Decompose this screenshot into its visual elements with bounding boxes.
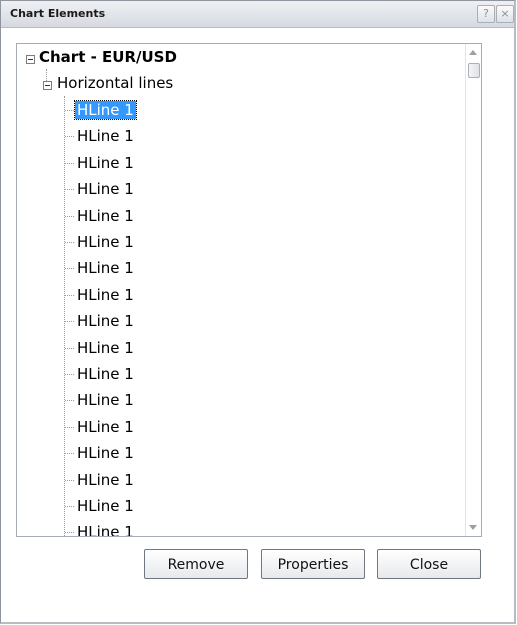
chart-elements-dialog: Chart Elements ? × Chart - EUR/USD Horiz… bbox=[0, 0, 516, 624]
help-button[interactable]: ? bbox=[477, 5, 495, 23]
chart-elements-tree[interactable]: Chart - EUR/USD Horizontal lines HLine 1… bbox=[16, 43, 482, 537]
title-bar[interactable]: Chart Elements ? × bbox=[1, 1, 514, 28]
collapse-group-icon[interactable] bbox=[43, 81, 52, 90]
close-button[interactable]: Close bbox=[377, 549, 481, 579]
tree-item-label: HLine 1 bbox=[77, 312, 134, 331]
tree-item-label: HLine 1 bbox=[77, 153, 134, 172]
tree-connector bbox=[65, 453, 74, 455]
tree-item-hline[interactable]: HLine 1 bbox=[65, 495, 235, 517]
tree-item-label: HLine 1 bbox=[77, 338, 134, 357]
tree-item-hline[interactable]: HLine 1 bbox=[65, 310, 235, 332]
tree-item-label: HLine 1 bbox=[77, 523, 134, 537]
tree-item-label: HLine 1 bbox=[77, 417, 134, 436]
tree-item-hline[interactable]: HLine 1 bbox=[65, 99, 235, 121]
tree-connector bbox=[65, 110, 74, 111]
tree-item-label: HLine 1 bbox=[77, 127, 134, 146]
tree-item-hline[interactable]: HLine 1 bbox=[65, 231, 235, 253]
tree-item-hline[interactable]: HLine 1 bbox=[65, 416, 235, 438]
tree-connector bbox=[65, 321, 74, 323]
tree-connector bbox=[65, 189, 74, 191]
window-title: Chart Elements bbox=[10, 7, 106, 20]
tree-connector bbox=[65, 347, 74, 349]
remove-button[interactable]: Remove bbox=[144, 549, 248, 579]
tree-item-label: HLine 1 bbox=[77, 180, 134, 199]
tree-item-hline[interactable]: HLine 1 bbox=[65, 363, 235, 385]
tree-item-hline[interactable]: HLine 1 bbox=[65, 469, 235, 491]
tree-item-label: HLine 1 bbox=[77, 470, 134, 489]
tree-item-label: HLine 1 bbox=[77, 233, 134, 251]
tree-connector bbox=[65, 374, 74, 375]
scroll-up-icon[interactable] bbox=[469, 50, 477, 55]
collapse-root-icon[interactable] bbox=[26, 55, 35, 64]
tree-item-label: HLine 1 bbox=[77, 259, 134, 278]
tree-item-label: HLine 1 bbox=[77, 391, 134, 410]
scrollbar-thumb[interactable] bbox=[468, 63, 480, 78]
tree-item-hline[interactable]: HLine 1 bbox=[65, 521, 235, 537]
tree-item-label: HLine 1 bbox=[74, 100, 137, 120]
tree-item-hline[interactable]: HLine 1 bbox=[65, 337, 235, 359]
properties-button[interactable]: Properties bbox=[261, 549, 365, 579]
tree-item-hline[interactable]: HLine 1 bbox=[65, 257, 235, 279]
tree-connector bbox=[65, 479, 74, 481]
tree-connector bbox=[65, 162, 74, 164]
tree-connector bbox=[65, 426, 74, 428]
tree-root-chart[interactable]: Chart - EUR/USD bbox=[39, 48, 177, 68]
tree-item-label: HLine 1 bbox=[77, 285, 134, 304]
tree-item-hline[interactable]: HLine 1 bbox=[65, 178, 235, 200]
tree-item-hline[interactable]: HLine 1 bbox=[65, 442, 235, 464]
tree-item-hline[interactable]: HLine 1 bbox=[65, 125, 235, 147]
tree-connector bbox=[65, 294, 74, 296]
tree-item-hline[interactable]: HLine 1 bbox=[65, 205, 235, 227]
window-close-button[interactable]: × bbox=[496, 5, 514, 23]
tree-connector bbox=[46, 69, 47, 81]
scroll-down-icon[interactable] bbox=[469, 525, 477, 530]
tree-item-hline[interactable]: HLine 1 bbox=[65, 284, 235, 306]
tree-connector bbox=[65, 400, 74, 402]
vertical-scrollbar[interactable] bbox=[465, 44, 481, 536]
tree-connector bbox=[65, 242, 74, 243]
tree-connector bbox=[65, 215, 74, 217]
tree-connector bbox=[65, 532, 74, 534]
tree-connector bbox=[65, 506, 74, 507]
tree-item-label: HLine 1 bbox=[77, 206, 134, 225]
tree-item-hline[interactable]: HLine 1 bbox=[65, 389, 235, 411]
tree-item-label: HLine 1 bbox=[77, 365, 134, 383]
tree-connector bbox=[65, 268, 74, 270]
tree-group-horizontal-lines[interactable]: Horizontal lines bbox=[57, 74, 173, 94]
tree-connector bbox=[65, 136, 74, 138]
tree-item-label: HLine 1 bbox=[77, 497, 134, 515]
tree-item-hline[interactable]: HLine 1 bbox=[65, 152, 235, 174]
tree-item-label: HLine 1 bbox=[77, 444, 134, 463]
